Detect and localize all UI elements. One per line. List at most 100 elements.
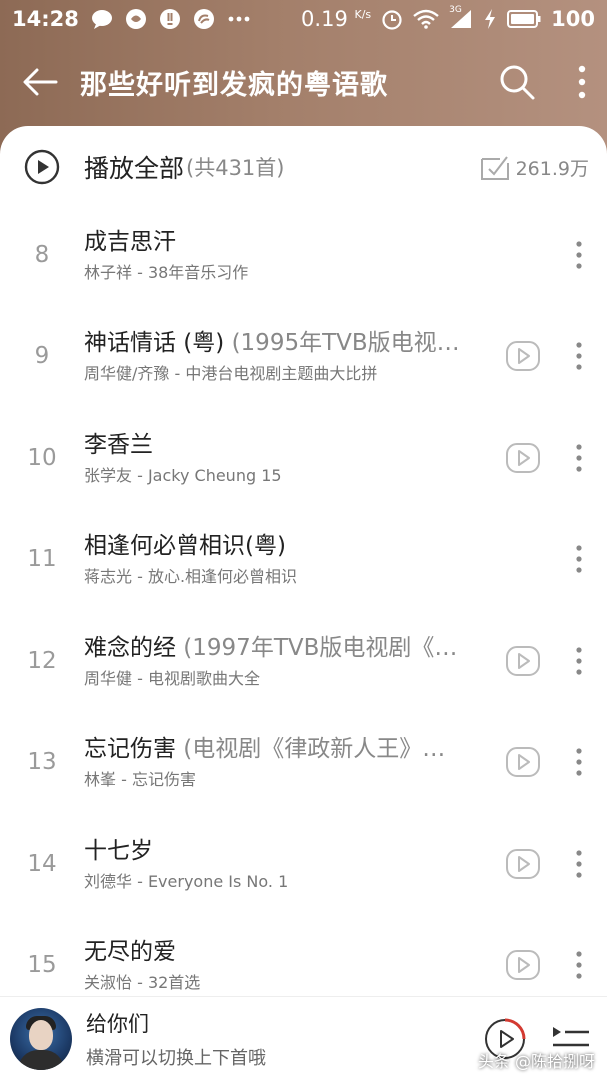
song-row[interactable]: 13 忘记伤害 (电视剧《律政新人王》… 林峯 - 忘记伤害 <box>0 712 607 814</box>
song-row[interactable]: 10 李香兰张学友 - Jacky Cheung 15 <box>0 407 607 509</box>
song-more-button[interactable] <box>561 235 597 275</box>
more-button[interactable] <box>557 40 607 124</box>
battery-icon <box>507 10 541 28</box>
song-artist-album: 周华健/齐豫 - 中港台电视剧主题曲大比拼 <box>84 364 378 384</box>
song-list: 8 成吉思汗 林子祥 - 38年音乐习作 9 神话情话 (粤) (1995年TVB版电视… <box>0 204 607 1016</box>
song-count: (共431首) <box>186 156 285 180</box>
song-row[interactable]: 11 相逢何必曾相识(粤) 蒋志光 - 放心.相逢何必曾相识 <box>0 509 607 611</box>
song-more-button[interactable] <box>561 438 597 478</box>
song-info: 十七岁刘德华 - Everyone Is No. 1 <box>84 836 505 892</box>
play-all-row[interactable]: 播放全部 (共431首) 261.9万 <box>0 140 607 194</box>
song-title: 李香兰 <box>84 430 474 460</box>
mv-play-icon[interactable] <box>505 338 541 374</box>
song-more-button[interactable] <box>561 336 597 376</box>
song-title-note: (1995年TVB版电视… <box>224 330 460 357</box>
song-list-sheet: 播放全部 (共431首) 261.9万 8 成吉思汗 林子祥 - 38年音乐习作 9 神… <box>0 126 607 1080</box>
song-info: 难念的经 (1997年TVB版电视剧《… 周华健 - 电视剧歌曲大全 <box>84 633 505 689</box>
song-row[interactable]: 14 十七岁刘德华 - Everyone Is No. 1 <box>0 813 607 915</box>
chat-bubble-icon <box>91 10 112 29</box>
song-info: 成吉思汗 林子祥 - 38年音乐习作 <box>84 227 561 283</box>
app-notification-icon <box>125 9 146 29</box>
song-info: 神话情话 (粤) (1995年TVB版电视… 周华健/齐豫 - 中港台电视剧主题曲… <box>84 328 505 384</box>
now-playing-info[interactable]: 给你们 横滑可以切换上下首哦 <box>86 1008 483 1070</box>
song-title-main: 难念的经 <box>84 634 176 661</box>
song-title: 成吉思汗 <box>84 227 474 257</box>
song-index: 14 <box>27 850 57 877</box>
song-title-main: 十七岁 <box>84 837 153 864</box>
song-index: 9 <box>34 343 50 370</box>
charging-icon <box>485 9 496 29</box>
song-title-main: 成吉思汗 <box>84 228 176 255</box>
mv-play-icon[interactable] <box>505 440 541 476</box>
now-playing-title: 给你们 <box>86 1011 149 1036</box>
song-index: 10 <box>27 444 57 471</box>
mini-player[interactable]: 给你们 横滑可以切换上下首哦 头条 @陈拾捌呀 <box>0 996 607 1080</box>
song-title: 相逢何必曾相识(粤) <box>84 531 474 561</box>
song-info: 相逢何必曾相识(粤) 蒋志光 - 放心.相逢何必曾相识 <box>84 531 561 587</box>
song-row[interactable]: 8 成吉思汗 林子祥 - 38年音乐习作 <box>0 204 607 306</box>
song-artist-album: 周华健 - 电视剧歌曲大全 <box>84 668 260 688</box>
song-more-button[interactable] <box>561 742 597 782</box>
more-notifications-icon <box>228 16 250 22</box>
wifi-icon <box>413 9 439 29</box>
mv-play-icon[interactable] <box>505 846 541 882</box>
status-time: 14:28 <box>12 7 79 31</box>
song-title-main: 神话情话 (粤) <box>84 330 225 357</box>
song-artist-album: 刘德华 - Everyone Is No. 1 <box>84 871 289 891</box>
song-title-main: 李香兰 <box>84 431 153 458</box>
more-vert-icon <box>576 748 582 776</box>
more-vert-icon <box>576 342 582 370</box>
song-title: 十七岁 <box>84 836 474 866</box>
mv-play-icon[interactable] <box>505 947 541 983</box>
song-index: 11 <box>27 546 57 573</box>
song-index: 15 <box>27 952 57 979</box>
song-title-main: 相逢何必曾相识(粤) <box>84 533 286 560</box>
song-artist-album: 张学友 - Jacky Cheung 15 <box>84 465 282 485</box>
mv-play-icon[interactable] <box>505 744 541 780</box>
weibo-icon <box>193 9 214 29</box>
album-art[interactable] <box>10 1007 72 1070</box>
song-title-note: (电视剧《律政新人王》… <box>176 736 446 763</box>
mv-play-icon[interactable] <box>505 643 541 679</box>
alarm-icon <box>382 10 402 30</box>
more-vert-icon <box>576 444 582 472</box>
play-all-label: 播放全部 <box>84 154 185 183</box>
back-arrow-icon <box>23 68 58 96</box>
collect-check-icon <box>480 156 509 180</box>
song-more-button[interactable] <box>561 945 597 985</box>
watermark: 头条 @陈拾捌呀 <box>477 1052 595 1071</box>
search-button[interactable] <box>487 40 547 124</box>
collect-count: 261.9万 <box>515 157 589 180</box>
more-vert-icon <box>576 545 582 573</box>
play-circle-icon <box>24 149 60 185</box>
more-vert-icon <box>576 850 582 878</box>
song-title: 无尽的爱 <box>84 937 474 967</box>
song-title: 难念的经 (1997年TVB版电视剧《… <box>84 633 474 663</box>
song-title: 神话情话 (粤) (1995年TVB版电视… <box>84 328 474 358</box>
collect-button[interactable]: 261.9万 <box>480 153 589 181</box>
song-title-main: 无尽的爱 <box>84 939 176 966</box>
song-row[interactable]: 9 神话情话 (粤) (1995年TVB版电视… 周华健/齐豫 - 中港台电视剧主题… <box>0 306 607 408</box>
song-more-button[interactable] <box>561 641 597 681</box>
more-vert-icon <box>576 241 582 269</box>
swipe-hint: 横滑可以切换上下首哦 <box>86 1047 266 1069</box>
song-artist-album: 蒋志光 - 放心.相逢何必曾相识 <box>84 567 298 587</box>
song-more-button[interactable] <box>561 844 597 884</box>
back-button[interactable] <box>0 40 80 124</box>
page-title: 那些好听到发疯的粤语歌 <box>80 69 388 101</box>
song-index: 12 <box>27 647 57 674</box>
search-icon <box>500 65 535 100</box>
net-speed: 0.19 K/s <box>301 7 372 31</box>
more-vert-icon <box>578 65 586 99</box>
song-index: 13 <box>27 749 57 776</box>
song-info: 李香兰张学友 - Jacky Cheung 15 <box>84 430 505 486</box>
song-row[interactable]: 12 难念的经 (1997年TVB版电视剧《… 周华健 - 电视剧歌曲大全 <box>0 610 607 712</box>
more-vert-icon <box>576 647 582 675</box>
song-more-button[interactable] <box>561 539 597 579</box>
status-bar: 14:28 0.19 K/s 3G 100 <box>0 0 607 38</box>
song-artist-album: 林峯 - 忘记伤害 <box>84 770 196 790</box>
app-bar: 那些好听到发疯的粤语歌 <box>0 40 607 124</box>
song-artist-album: 关淑怡 - 32首选 <box>84 973 201 993</box>
song-title: 忘记伤害 (电视剧《律政新人王》… <box>84 734 474 764</box>
song-info: 忘记伤害 (电视剧《律政新人王》… 林峯 - 忘记伤害 <box>84 734 505 790</box>
